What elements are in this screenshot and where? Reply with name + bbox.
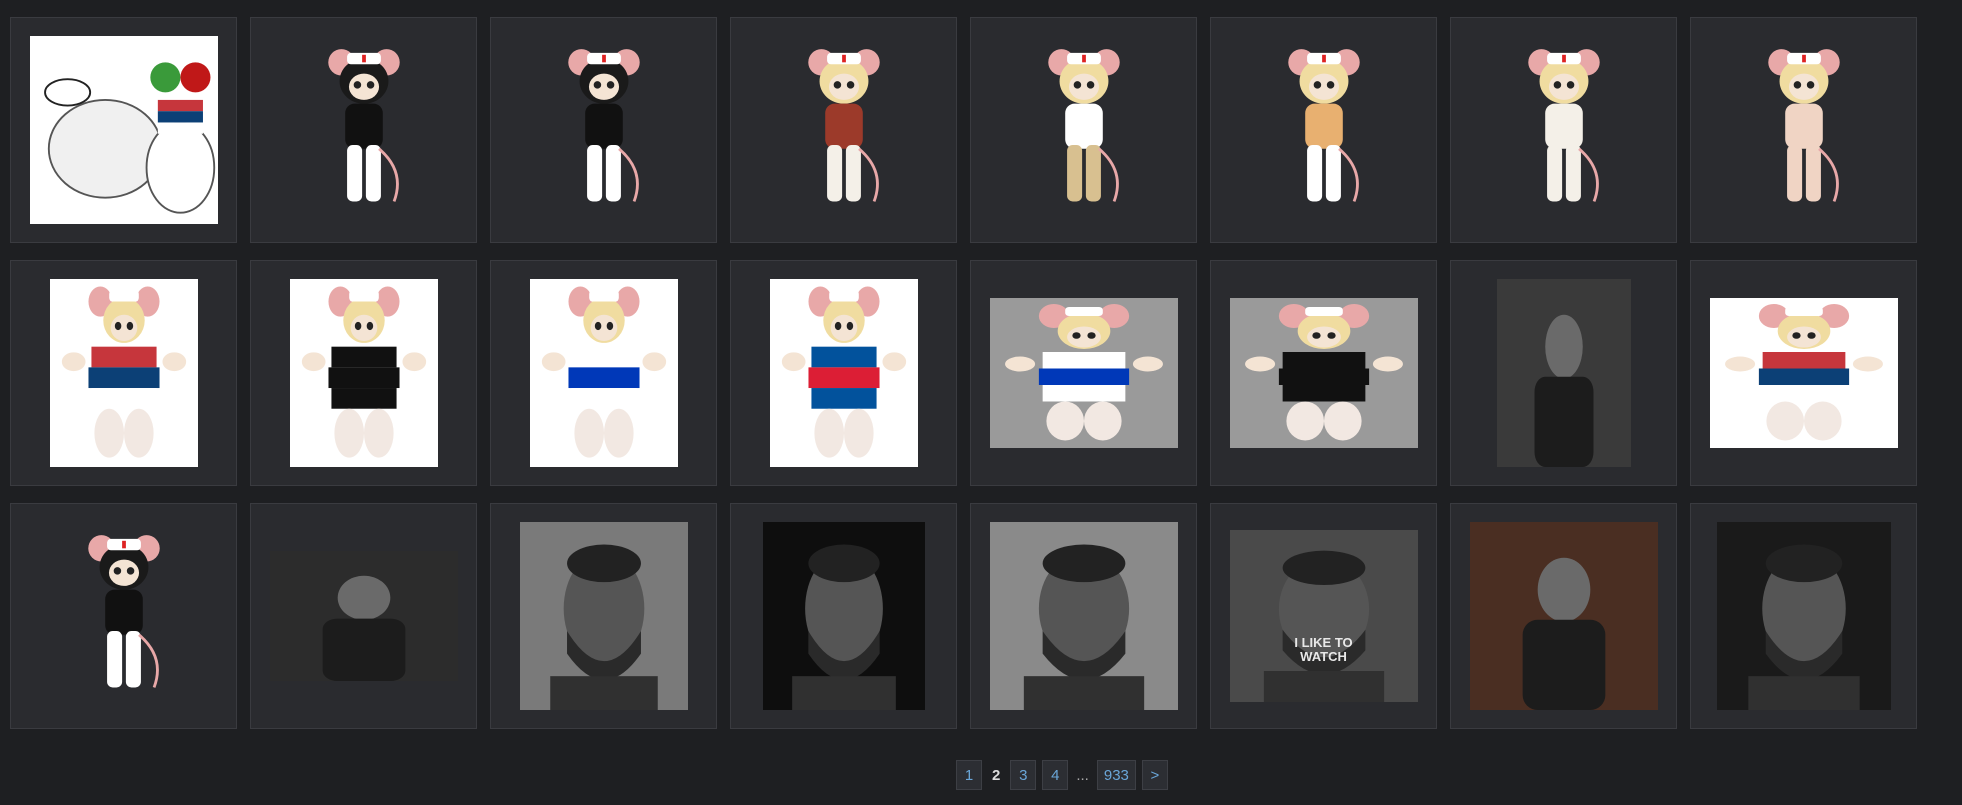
gallery-tile[interactable] [10, 17, 237, 243]
gallery-tile[interactable] [730, 503, 957, 729]
thumbnail-image[interactable] [519, 522, 688, 710]
gallery-tile[interactable] [730, 260, 957, 486]
thumbnail-image[interactable] [269, 551, 458, 681]
thumbnail-image[interactable] [989, 298, 1178, 448]
gallery-tile[interactable] [1210, 260, 1437, 486]
shirt-caption: I LIKE TO WATCH [1294, 635, 1353, 665]
thumbnail-image[interactable] [269, 36, 458, 224]
gallery-tile[interactable] [730, 17, 957, 243]
thumbnail-image[interactable] [509, 36, 698, 224]
gallery-tile[interactable] [250, 17, 477, 243]
thumbnail-image[interactable] [29, 522, 218, 710]
thumbnail-image[interactable] [989, 522, 1178, 710]
thumbnail-image[interactable] [289, 279, 438, 467]
gallery-tile[interactable] [250, 503, 477, 729]
thumbnail-image[interactable] [1229, 298, 1418, 448]
last-page-link[interactable]: 933 [1096, 760, 1136, 790]
thumbnail-image[interactable] [29, 36, 218, 224]
thumbnail-image[interactable] [1709, 298, 1898, 448]
page-4-link[interactable]: 4 [1042, 760, 1069, 790]
gallery-tile[interactable] [1450, 503, 1677, 729]
current-page-indicator: 2 [992, 766, 1001, 784]
gallery-tile[interactable] [1210, 17, 1437, 243]
gallery-tile[interactable] [490, 17, 717, 243]
thumbnail-image[interactable] [1496, 279, 1631, 467]
thumbnail-image[interactable] [1709, 36, 1898, 224]
gallery-tile[interactable] [490, 260, 717, 486]
gallery-tile[interactable] [1690, 260, 1917, 486]
image-gallery: I LIKE TO WATCH [10, 17, 1917, 729]
page-ellipsis: ... [1076, 766, 1089, 784]
thumbnail-image[interactable] [1469, 522, 1658, 710]
gallery-tile[interactable]: I LIKE TO WATCH [1210, 503, 1437, 729]
thumbnail-image[interactable] [49, 279, 198, 467]
next-page-button[interactable]: > [1141, 760, 1168, 790]
thumbnail-image[interactable] [749, 36, 938, 224]
page-1-link[interactable]: 1 [956, 760, 982, 790]
thumbnail-image[interactable] [1229, 36, 1418, 224]
gallery-tile[interactable] [250, 260, 477, 486]
thumbnail-image[interactable] [769, 279, 918, 467]
thumbnail-image[interactable]: I LIKE TO WATCH [1229, 530, 1418, 702]
gallery-tile[interactable] [970, 503, 1197, 729]
gallery-tile[interactable] [1450, 17, 1677, 243]
gallery-tile[interactable] [10, 503, 237, 729]
page-3-link[interactable]: 3 [1010, 760, 1037, 790]
gallery-tile[interactable] [10, 260, 237, 486]
gallery-tile[interactable] [1690, 17, 1917, 243]
thumbnail-image[interactable] [1469, 36, 1658, 224]
gallery-tile[interactable] [490, 503, 717, 729]
gallery-tile[interactable] [970, 17, 1197, 243]
thumbnail-image[interactable] [989, 36, 1178, 224]
thumbnail-image[interactable] [1716, 522, 1891, 710]
gallery-tile[interactable] [970, 260, 1197, 486]
pagination: 1 2 3 4 ... 933 > [956, 760, 1168, 790]
gallery-tile[interactable] [1450, 260, 1677, 486]
thumbnail-image[interactable] [762, 522, 925, 710]
thumbnail-image[interactable] [529, 279, 678, 467]
gallery-tile[interactable] [1690, 503, 1917, 729]
